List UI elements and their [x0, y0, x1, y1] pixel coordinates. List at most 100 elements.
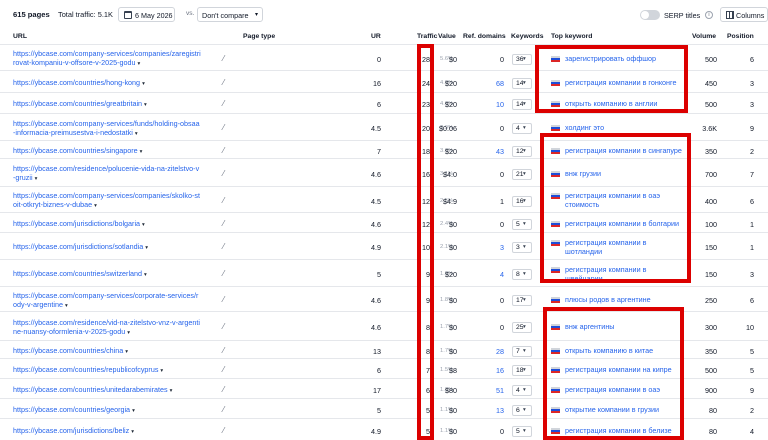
- keywords-dropdown[interactable]: 14: [512, 99, 532, 110]
- keywords-dropdown[interactable]: 36: [512, 54, 532, 65]
- sparkle-icon[interactable]: ⁄: [223, 365, 224, 374]
- url-link[interactable]: https://ybcase.com/countries/hong-kong ▾: [13, 78, 218, 89]
- chevron-down-icon[interactable]: ▾: [523, 56, 526, 62]
- chevron-down-icon[interactable]: ▾: [523, 125, 526, 131]
- sparkle-icon[interactable]: ⁄: [223, 54, 224, 63]
- keywords-dropdown[interactable]: 12: [512, 146, 532, 157]
- keywords-dropdown[interactable]: 16: [512, 196, 532, 207]
- sparkle-icon[interactable]: ⁄: [223, 405, 224, 414]
- sparkle-icon[interactable]: ⁄: [223, 78, 224, 87]
- keywords-dropdown[interactable]: 18: [512, 365, 532, 376]
- header-ref-domains[interactable]: Ref. domains: [463, 33, 506, 40]
- chevron-down-icon[interactable]: ▾: [35, 176, 38, 182]
- ref-domains-value[interactable]: 3: [500, 243, 504, 252]
- keywords-dropdown[interactable]: 25: [512, 322, 532, 333]
- chevron-down-icon[interactable]: ▾: [140, 149, 143, 155]
- chevron-down-icon[interactable]: ▾: [142, 222, 145, 228]
- chevron-down-icon[interactable]: ▾: [138, 61, 141, 67]
- sparkle-icon[interactable]: ⁄: [223, 123, 224, 132]
- chevron-down-icon[interactable]: ▾: [131, 429, 134, 435]
- chevron-down-icon[interactable]: ▾: [523, 101, 526, 107]
- ref-domains-value[interactable]: 10: [496, 100, 504, 109]
- chevron-down-icon[interactable]: ▾: [125, 349, 128, 355]
- chevron-down-icon[interactable]: ▾: [523, 387, 526, 393]
- chevron-down-icon[interactable]: ▾: [523, 348, 526, 354]
- chevron-down-icon[interactable]: ▾: [523, 271, 526, 277]
- url-link[interactable]: https://ybcase.com/residence/vid-na-zite…: [13, 318, 218, 338]
- url-link[interactable]: https://ybcase.com/company-services/fund…: [13, 119, 218, 139]
- url-link[interactable]: https://ybcase.com/countries/greatbritai…: [13, 99, 218, 110]
- sparkle-icon[interactable]: ⁄: [223, 385, 224, 394]
- ref-domains-value[interactable]: 13: [496, 406, 504, 415]
- chevron-down-icon[interactable]: ▾: [160, 368, 163, 374]
- url-link[interactable]: https://ybcase.com/countries/switzerland…: [13, 269, 218, 280]
- sparkle-icon[interactable]: ⁄: [223, 99, 224, 108]
- chevron-down-icon[interactable]: ▾: [523, 148, 526, 154]
- chevron-down-icon[interactable]: ▾: [144, 272, 147, 278]
- sparkle-icon[interactable]: ⁄: [223, 219, 224, 228]
- keywords-dropdown[interactable]: 21: [512, 169, 532, 180]
- chevron-down-icon[interactable]: ▾: [523, 171, 526, 177]
- url-link[interactable]: https://ybcase.com/company-services/comp…: [13, 191, 218, 211]
- ref-domains-value[interactable]: 4: [500, 270, 504, 279]
- keywords-dropdown[interactable]: 4: [512, 123, 532, 134]
- header-position[interactable]: Position: [727, 33, 754, 40]
- sparkle-icon[interactable]: ⁄: [223, 322, 224, 331]
- chevron-down-icon[interactable]: ▾: [65, 303, 68, 309]
- url-link[interactable]: https://ybcase.com/company-services/comp…: [13, 49, 218, 69]
- columns-button[interactable]: Columns: [720, 7, 768, 22]
- sparkle-icon[interactable]: ⁄: [223, 426, 224, 435]
- sparkle-icon[interactable]: ⁄: [223, 346, 224, 355]
- keywords-dropdown[interactable]: 8: [512, 269, 532, 280]
- header-traffic[interactable]: Traffic: [417, 33, 437, 40]
- header-top-keyword[interactable]: Top keyword: [551, 33, 592, 40]
- url-link[interactable]: https://ybcase.com/jurisdictions/sotland…: [13, 242, 218, 253]
- chevron-down-icon[interactable]: ▾: [523, 367, 526, 373]
- chevron-down-icon[interactable]: ▾: [523, 428, 526, 434]
- header-page-type[interactable]: Page type: [243, 33, 275, 40]
- url-link[interactable]: https://ybcase.com/countries/unitedarabe…: [13, 385, 218, 396]
- url-link[interactable]: https://ybcase.com/countries/republicofc…: [13, 365, 218, 376]
- sparkle-icon[interactable]: ⁄: [223, 242, 224, 251]
- chevron-down-icon[interactable]: ▾: [94, 203, 97, 209]
- header-ur[interactable]: UR: [371, 33, 381, 40]
- chevron-down-icon[interactable]: ▾: [127, 330, 130, 336]
- chevron-down-icon[interactable]: ▾: [523, 244, 526, 250]
- chevron-down-icon[interactable]: ▾: [523, 324, 526, 330]
- info-icon[interactable]: i: [705, 11, 713, 19]
- sparkle-icon[interactable]: ⁄: [223, 146, 224, 155]
- chevron-down-icon[interactable]: ▾: [132, 408, 135, 414]
- url-link[interactable]: https://ybcase.com/countries/china ▾: [13, 346, 218, 357]
- chevron-down-icon[interactable]: ▾: [135, 131, 138, 137]
- keywords-dropdown[interactable]: 5: [512, 219, 532, 230]
- url-link[interactable]: https://ybcase.com/company-services/corp…: [13, 291, 218, 311]
- header-value[interactable]: Value: [438, 33, 456, 40]
- chevron-down-icon[interactable]: ▾: [170, 388, 173, 394]
- date-picker[interactable]: 6 May 2026: [118, 7, 175, 22]
- ref-domains-value[interactable]: 68: [496, 79, 504, 88]
- chevron-down-icon[interactable]: ▾: [145, 245, 148, 251]
- keywords-dropdown[interactable]: 7: [512, 346, 532, 357]
- url-link[interactable]: https://ybcase.com/jurisdictions/bolgari…: [13, 219, 218, 230]
- sparkle-icon[interactable]: ⁄: [223, 196, 224, 205]
- serp-titles-toggle[interactable]: [640, 10, 660, 20]
- header-volume[interactable]: Volume: [692, 33, 716, 40]
- url-link[interactable]: https://ybcase.com/countries/georgia ▾: [13, 405, 218, 416]
- chevron-down-icon[interactable]: ▾: [523, 407, 526, 413]
- chevron-down-icon[interactable]: ▾: [523, 221, 526, 227]
- keywords-dropdown[interactable]: 17: [512, 295, 532, 306]
- chevron-down-icon[interactable]: ▾: [523, 80, 526, 86]
- sparkle-icon[interactable]: ⁄: [223, 295, 224, 304]
- url-link[interactable]: https://ybcase.com/jurisdictions/beliz ▾: [13, 426, 218, 437]
- ref-domains-value[interactable]: 28: [496, 347, 504, 356]
- ref-domains-value[interactable]: 16: [496, 366, 504, 375]
- header-url[interactable]: URL: [13, 33, 27, 40]
- ref-domains-value[interactable]: 43: [496, 147, 504, 156]
- chevron-down-icon[interactable]: ▾: [144, 102, 147, 108]
- keywords-dropdown[interactable]: 14: [512, 78, 532, 89]
- sparkle-icon[interactable]: ⁄: [223, 269, 224, 278]
- keywords-dropdown[interactable]: 6: [512, 405, 532, 416]
- keywords-dropdown[interactable]: 5: [512, 426, 532, 437]
- keywords-dropdown[interactable]: 3: [512, 242, 532, 253]
- chevron-down-icon[interactable]: ▾: [523, 198, 526, 204]
